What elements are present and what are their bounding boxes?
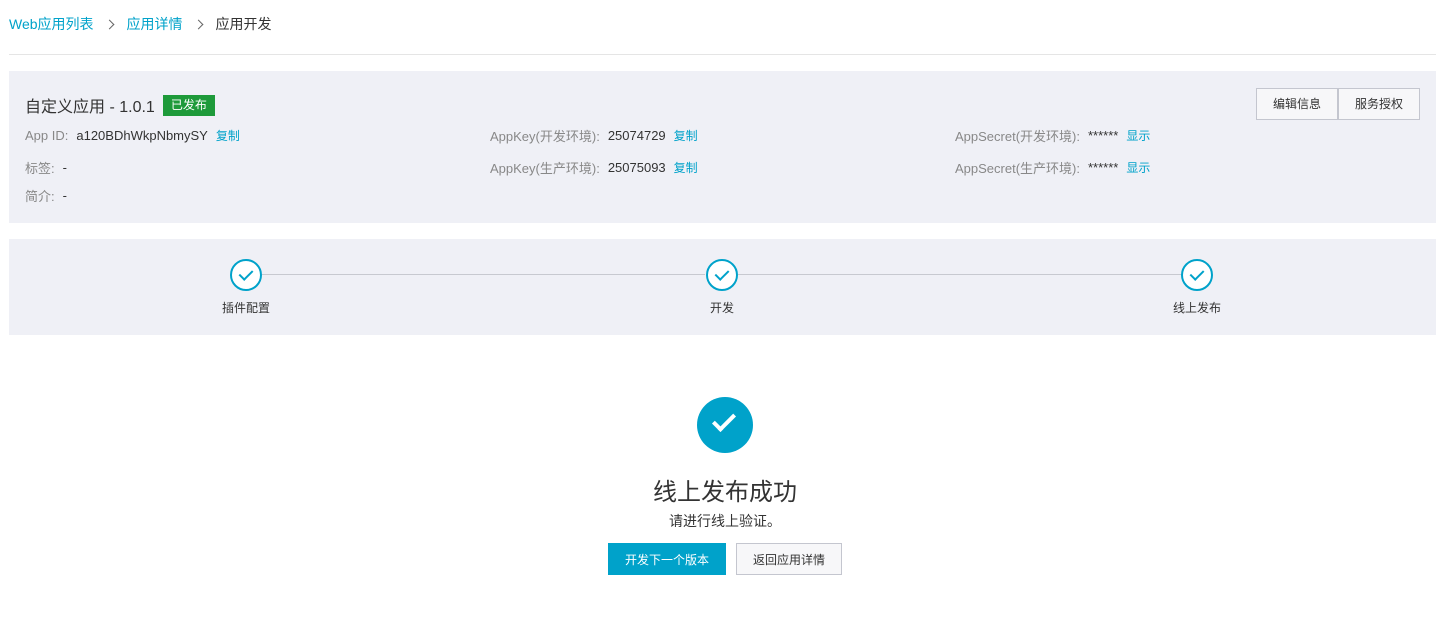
tag-field: 标签: - [25,157,67,177]
step-check-icon [706,259,738,291]
result-section: 线上发布成功 请进行线上验证。 开发下一个版本 返回应用详情 [0,397,1450,575]
chevron-right-icon [193,19,203,29]
show-secret-prod-link[interactable]: 显示 [1126,159,1150,176]
copy-app-id-link[interactable]: 复制 [216,127,240,144]
breadcrumb-app-detail[interactable]: 应用详情 [127,14,183,34]
step-connector [262,274,705,275]
develop-next-version-button[interactable]: 开发下一个版本 [608,543,726,575]
check-circle-icon [697,397,753,453]
edit-info-button[interactable]: 编辑信息 [1256,88,1338,120]
secret-dev-value: ****** [1087,127,1119,143]
secret-dev-label: AppSecret(开发环境): [955,128,1080,144]
secret-prod-label: AppSecret(生产环境): [955,160,1080,176]
step-online-release: 线上发布 [1147,259,1247,316]
steps-panel: 插件配置 开发 线上发布 [9,239,1436,335]
copy-appkey-dev-link[interactable]: 复制 [674,127,698,144]
tag-label: 标签: [25,160,55,176]
intro-field: 简介: - [25,185,67,205]
step-label: 插件配置 [221,301,270,315]
step-develop: 开发 [672,259,772,316]
result-description: 请进行线上验证。 [669,513,781,529]
secret-prod-value: ****** [1087,159,1119,175]
step-plugin-config: 插件配置 [196,259,296,316]
header-divider [9,54,1436,55]
app-id-value: a120BDhWkpNbmySY [76,127,208,143]
status-badge: 已发布 [162,94,215,116]
step-check-icon [230,259,262,291]
breadcrumb-web-app-list[interactable]: Web应用列表 [9,14,94,34]
app-info-panel: 自定义应用 - 1.0.1 已发布 编辑信息 服务授权 App ID: a120… [9,71,1436,223]
step-label: 开发 [709,301,734,315]
intro-label: 简介: [25,188,55,204]
appkey-prod-field: AppKey(生产环境): 25075093 复制 [490,157,698,177]
intro-value: - [62,187,67,203]
show-secret-dev-link[interactable]: 显示 [1126,127,1150,144]
secret-prod-field: AppSecret(生产环境): ****** 显示 [955,157,1150,177]
step-label: 线上发布 [1172,301,1221,315]
back-to-app-detail-button[interactable]: 返回应用详情 [736,543,842,575]
service-auth-button[interactable]: 服务授权 [1338,88,1420,120]
appkey-dev-field: AppKey(开发环境): 25074729 复制 [490,125,698,145]
appkey-dev-value: 25074729 [607,127,666,143]
app-title: 自定义应用 - 1.0.1 [25,99,155,116]
app-id-label: App ID: [25,127,69,143]
step-connector [738,274,1181,275]
tag-value: - [62,159,67,175]
copy-appkey-prod-link[interactable]: 复制 [674,159,698,176]
appkey-prod-label: AppKey(生产环境): [490,160,600,176]
appkey-dev-label: AppKey(开发环境): [490,128,600,144]
chevron-right-icon [104,19,114,29]
app-id-field: App ID: a120BDhWkpNbmySY 复制 [25,125,240,145]
breadcrumb-current: 应用开发 [215,16,272,32]
result-actions: 开发下一个版本 返回应用详情 [0,543,1450,575]
app-title-row: 自定义应用 - 1.0.1 已发布 [25,93,215,117]
secret-dev-field: AppSecret(开发环境): ****** 显示 [955,125,1150,145]
appkey-prod-value: 25075093 [607,159,666,175]
result-title: 线上发布成功 [653,479,797,506]
step-check-icon [1181,259,1213,291]
breadcrumb: Web应用列表 应用详情 应用开发 [9,14,272,34]
